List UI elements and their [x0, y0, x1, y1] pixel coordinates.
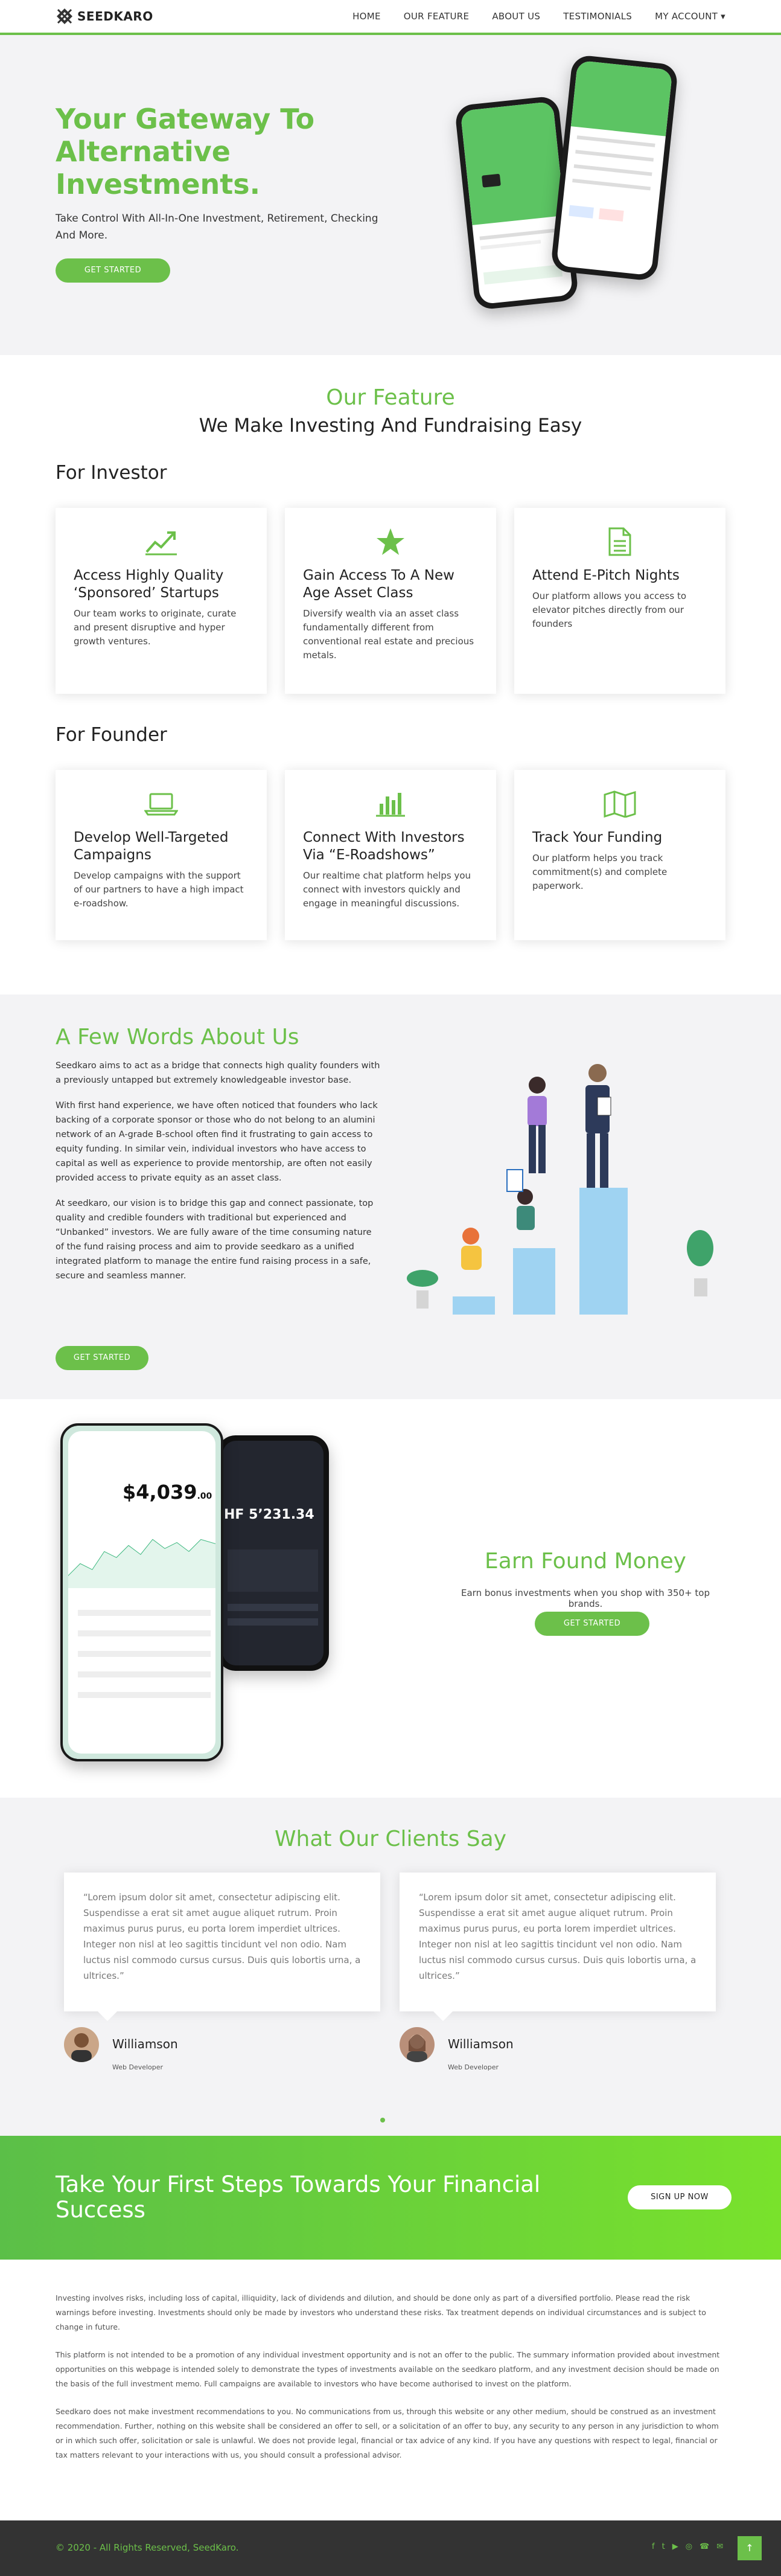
phone-balance: $4,039.00 [123, 1481, 212, 1504]
founder-cards: Develop Well-Targeted Campaigns Develop … [56, 770, 725, 940]
brand-name: SEEDKARO [77, 9, 153, 24]
card-text: Develop campaigns with the support of ou… [74, 870, 244, 909]
nav-about-us[interactable]: ABOUT US [492, 11, 540, 22]
footer: © 2020 - All Rights Reserved, SeedKaro. … [0, 2520, 781, 2576]
disclaimer-paragraph: Seedkaro does not make investment recomm… [56, 2407, 719, 2459]
earn-get-started-button[interactable]: GET STARTED [535, 1612, 649, 1636]
twitter-icon[interactable]: t [662, 2542, 665, 2551]
cta-banner: Take Your First Steps Towards Your Finan… [0, 2136, 781, 2260]
star-icon [372, 526, 409, 557]
card-title: Attend E-Pitch Nights [532, 568, 680, 583]
about-paragraph: With first hand experience, we have ofte… [56, 1101, 378, 1183]
about-get-started-button[interactable]: GET STARTED [56, 1346, 148, 1370]
earn-text: Earn bonus investments when you shop wit… [461, 1588, 710, 1609]
investor-cards: Access Highly Quality ‘Sponsored’ Startu… [56, 508, 725, 694]
feature-card: Develop Well-Targeted Campaigns Develop … [56, 770, 267, 940]
bar-chart-icon [372, 788, 409, 819]
author-role: Web Developer [448, 2063, 499, 2071]
founder-title: For Founder [56, 724, 167, 746]
nav-our-feature[interactable]: OUR FEATURE [404, 11, 470, 22]
card-title: Connect With Investors Via “E-Roadshows” [303, 830, 465, 863]
disclaimer-section: Investing involves risks, including loss… [0, 2260, 781, 2520]
feature-card: Attend E-Pitch Nights Our platform allow… [514, 508, 725, 694]
avatar [64, 2027, 99, 2062]
youtube-icon[interactable]: ▶ [672, 2542, 678, 2551]
phone-right [550, 54, 679, 282]
card-title: Track Your Funding [532, 830, 663, 845]
hero-subtitle: Take Control With All-In-One Investment,… [56, 213, 378, 242]
team-illustration [398, 1049, 724, 1351]
about-paragraph: Seedkaro aims to act as a bridge that co… [56, 1061, 380, 1085]
trending-up-icon [143, 526, 179, 557]
author-role: Web Developer [112, 2063, 164, 2071]
hero-get-started-button[interactable]: GET STARTED [56, 258, 170, 283]
phone-dark: HF 5’231.34 [217, 1435, 329, 1671]
cta-heading: Take Your First Steps Towards Your Finan… [56, 2171, 541, 2223]
earn-phones-image: HF 5’231.34 $4,039.00 [60, 1423, 380, 1773]
avatar [400, 2027, 435, 2062]
card-text: Our realtime chat platform helps you con… [303, 870, 471, 909]
feature-subheading: We Make Investing And Fundraising Easy [199, 415, 582, 437]
author-name: Williamson [448, 2037, 514, 2051]
hero-title: Your Gateway To Alternative Investments. [56, 103, 315, 200]
seedkaro-logo-icon [56, 7, 74, 25]
earn-heading: Earn Found Money [485, 1549, 686, 1574]
document-icon [602, 526, 638, 557]
feature-card: Track Your Funding Our platform helps yo… [514, 770, 725, 940]
card-text: Diversify wealth via an asset class fund… [303, 608, 474, 661]
social-links: f t ▶ ◎ ☎ ✉ [652, 2542, 723, 2551]
card-text: Our platform helps you track commitment(… [532, 853, 668, 891]
testimonial-card: “Lorem ipsum dolor sit amet, consectetur… [400, 1873, 716, 2021]
nav-menu: HOME OUR FEATURE ABOUT US TESTIMONIALS M… [352, 11, 725, 22]
feature-card: Access Highly Quality ‘Sponsored’ Startu… [56, 508, 267, 694]
author-name: Williamson [112, 2037, 178, 2051]
feature-heading: Our Feature [326, 385, 455, 410]
earn-section: HF 5’231.34 $4,039.00 Earn Found Money E… [0, 1399, 781, 1798]
feature-card: Gain Access To A New Age Asset Class Div… [285, 508, 496, 694]
phone-light: $4,039.00 [60, 1423, 223, 1761]
testimonial-card: “Lorem ipsum dolor sit amet, consectetur… [64, 1873, 380, 2021]
mail-icon[interactable]: ✉ [716, 2542, 723, 2551]
brand-logo[interactable]: SEEDKARO [56, 7, 153, 25]
map-icon [602, 788, 638, 819]
investor-title: For Investor [56, 462, 167, 484]
sign-up-button[interactable]: SIGN UP NOW [628, 2185, 732, 2209]
about-text: Seedkaro aims to act as a bridge that co… [56, 1059, 381, 1294]
about-heading: A Few Words About Us [56, 1025, 299, 1049]
testimonials-section: What Our Clients Say “Lorem ipsum dolor … [0, 1798, 781, 2136]
carousel-dot[interactable] [380, 2118, 385, 2123]
feature-card: Connect With Investors Via “E-Roadshows”… [285, 770, 496, 940]
testimonials-heading: What Our Clients Say [274, 1827, 507, 1851]
about-paragraph: At seedkaro, our vision is to bridge thi… [56, 1199, 374, 1281]
testimonial-quote: “Lorem ipsum dolor sit amet, consectetur… [419, 1892, 697, 1981]
facebook-icon[interactable]: f [652, 2542, 655, 2551]
phone2-amount: HF 5’231.34 [224, 1507, 314, 1522]
nav-my-account-dropdown[interactable]: MY ACCOUNT ▾ [655, 11, 725, 22]
card-title: Gain Access To A New Age Asset Class [303, 568, 454, 601]
disclaimer-paragraph: Investing involves risks, including loss… [56, 2293, 706, 2331]
phone-icon[interactable]: ☎ [700, 2542, 709, 2551]
card-title: Access Highly Quality ‘Sponsored’ Startu… [74, 568, 224, 601]
laptop-icon [143, 788, 179, 819]
card-text: Our team works to originate, curate and … [74, 608, 237, 647]
instagram-icon[interactable]: ◎ [686, 2542, 692, 2551]
card-text: Our platform allows you access to elevat… [532, 591, 687, 629]
testimonial-quote: “Lorem ipsum dolor sit amet, consectetur… [83, 1892, 361, 1981]
top-nav: SEEDKARO HOME OUR FEATURE ABOUT US TESTI… [0, 0, 781, 35]
hero-section: Your Gateway To Alternative Investments.… [0, 35, 781, 355]
feature-section: Our Feature We Make Investing And Fundra… [0, 355, 781, 940]
nav-testimonials[interactable]: TESTIMONIALS [563, 11, 632, 22]
card-title: Develop Well-Targeted Campaigns [74, 830, 229, 863]
back-to-top-button[interactable]: ↑ [738, 2536, 762, 2560]
nav-home[interactable]: HOME [352, 11, 381, 22]
hero-phones-image [454, 54, 682, 331]
copyright-text: © 2020 - All Rights Reserved, SeedKaro. [56, 2542, 239, 2553]
about-section: A Few Words About Us Seedkaro aims to ac… [0, 995, 781, 1399]
disclaimer-paragraph: This platform is not intended to be a pr… [56, 2350, 720, 2388]
